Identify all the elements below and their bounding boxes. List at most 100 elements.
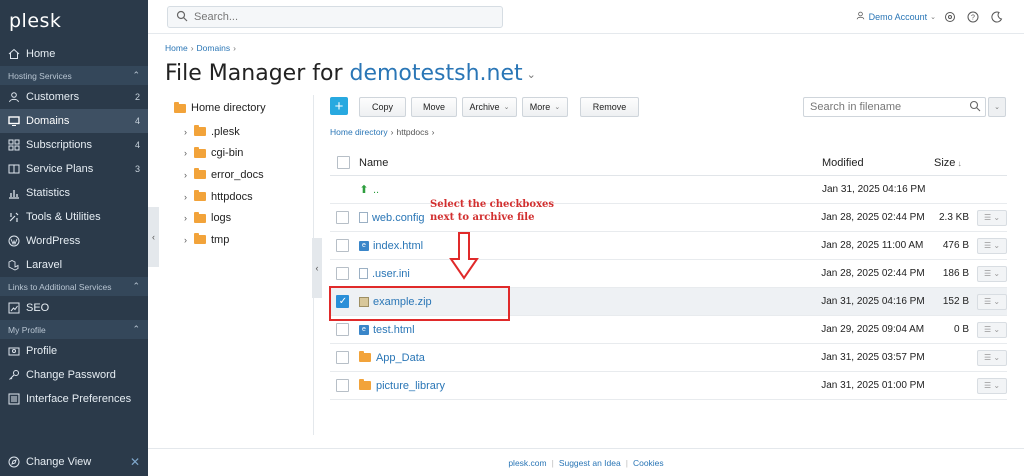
add-button[interactable]: +: [330, 97, 348, 115]
more-button[interactable]: More ⌄: [522, 97, 568, 117]
sidebar-item-subscriptions[interactable]: Subscriptions 4: [0, 133, 148, 157]
chevron-right-icon[interactable]: ›: [184, 192, 194, 202]
col-size[interactable]: Size ↓: [932, 157, 972, 169]
sidebar-item-profile[interactable]: Profile: [0, 339, 148, 363]
table-row[interactable]: App_Data Jan 31, 2025 03:57 PM ☰ ⌄: [330, 344, 1007, 372]
tools-icon: [8, 211, 20, 223]
moon-icon[interactable]: [990, 10, 1003, 23]
file-name-link[interactable]: test.html: [373, 324, 415, 336]
sidebar-item-seo[interactable]: SEO: [0, 296, 148, 320]
sidebar-item-wordpress[interactable]: WordPress: [0, 229, 148, 253]
tree-collapse-handle[interactable]: ‹: [312, 238, 322, 298]
section-hosting-services[interactable]: Hosting Services ⌃: [0, 66, 148, 85]
close-icon[interactable]: ✕: [130, 455, 140, 469]
title-domain[interactable]: demotestsh.net: [349, 61, 522, 86]
archive-button[interactable]: Archive ⌄: [462, 97, 517, 117]
tree-item-error-docs[interactable]: › error_docs: [174, 164, 310, 186]
size-cell: 152 B: [942, 296, 970, 307]
row-checkbox[interactable]: [336, 323, 350, 336]
row-actions-menu-icon[interactable]: ☰ ⌄: [977, 209, 1007, 226]
file-name-link[interactable]: ..: [373, 184, 379, 196]
chevron-right-icon[interactable]: ›: [184, 148, 194, 158]
tree-item-tmp[interactable]: › tmp: [174, 229, 310, 251]
col-name[interactable]: Name: [356, 157, 822, 169]
breadcrumb-domains[interactable]: Domains: [197, 43, 231, 53]
sidebar-item-interface-preferences[interactable]: Interface Preferences: [0, 387, 148, 411]
row-actions-menu-icon[interactable]: ☰ ⌄: [977, 265, 1007, 282]
file-name-link[interactable]: .user.ini: [372, 268, 410, 280]
sidebar-item-customers[interactable]: Customers 2: [0, 85, 148, 109]
chevron-down-icon[interactable]: ⌄: [527, 68, 536, 81]
sidebar-item-label: Interface Preferences: [26, 393, 132, 405]
col-modified[interactable]: Modified: [822, 157, 932, 169]
row-actions-menu-icon[interactable]: ☰ ⌄: [977, 321, 1007, 338]
tree-item-httpdocs[interactable]: › httpdocs: [174, 186, 310, 208]
sidebar-item-home[interactable]: Home: [0, 42, 148, 66]
size-cell: 476 B: [942, 240, 970, 251]
tree-item-cgi-bin[interactable]: › cgi-bin: [174, 143, 310, 165]
file-icon: [358, 268, 368, 279]
remove-button[interactable]: Remove: [580, 97, 639, 117]
file-name-link[interactable]: web.config: [372, 212, 425, 224]
account-menu[interactable]: Demo Account ⌄: [856, 11, 936, 22]
row-checkbox[interactable]: [336, 239, 350, 252]
file-name-link[interactable]: picture_library: [376, 380, 445, 392]
move-button[interactable]: Move: [411, 97, 457, 117]
help-icon[interactable]: ?: [966, 10, 979, 23]
footer-link-plesk[interactable]: plesk.com: [508, 458, 546, 468]
monitor-icon: [8, 115, 20, 127]
section-my-profile[interactable]: My Profile ⌃: [0, 320, 148, 339]
file-name-link[interactable]: index.html: [373, 240, 423, 252]
row-checkbox[interactable]: [336, 267, 350, 280]
sidebar-item-domains[interactable]: Domains 4: [0, 109, 148, 133]
sidebar-item-tools[interactable]: Tools & Utilities: [0, 205, 148, 229]
chevron-right-icon[interactable]: ›: [184, 127, 194, 137]
filename-search-input[interactable]: Search in filename: [803, 97, 986, 117]
sidebar-item-statistics[interactable]: Statistics: [0, 181, 148, 205]
footer-link-suggest[interactable]: Suggest an Idea: [559, 458, 621, 468]
row-actions-menu-icon[interactable]: ☰ ⌄: [977, 293, 1007, 310]
file-name-link[interactable]: App_Data: [376, 352, 425, 364]
row-actions-menu-icon[interactable]: ☰ ⌄: [977, 349, 1007, 366]
footer-link-cookies[interactable]: Cookies: [633, 458, 664, 468]
key-icon: [8, 369, 20, 381]
breadcrumb-home[interactable]: Home: [165, 43, 188, 53]
search-options-button[interactable]: ⌄: [988, 97, 1006, 117]
path-root[interactable]: Home directory: [330, 127, 388, 137]
search-input[interactable]: Search...: [167, 6, 503, 28]
section-links[interactable]: Links to Additional Services ⌃: [0, 277, 148, 296]
sidebar-item-laravel[interactable]: Laravel: [0, 253, 148, 277]
tree-item-plesk[interactable]: › .plesk: [174, 121, 310, 143]
change-view-button[interactable]: Change View ✕: [0, 448, 148, 476]
tree-item-logs[interactable]: › logs: [174, 207, 310, 229]
chevron-down-icon: ⌄: [554, 104, 561, 111]
section-label: Hosting Services: [8, 70, 72, 81]
modified-cell: Jan 31, 2025 04:16 PM: [822, 184, 926, 195]
chevron-right-icon[interactable]: ›: [184, 213, 194, 223]
sidebar-item-service-plans[interactable]: Service Plans 3: [0, 157, 148, 181]
row-actions-menu-icon[interactable]: ☰ ⌄: [977, 377, 1007, 394]
select-all-checkbox[interactable]: [336, 156, 350, 169]
tree-root[interactable]: Home directory: [174, 100, 310, 116]
table-row[interactable]: picture_library Jan 31, 2025 01:00 PM ☰ ⌄: [330, 372, 1007, 400]
sidebar-item-label: Domains: [26, 115, 70, 127]
row-checkbox[interactable]: [336, 351, 350, 364]
copy-button[interactable]: Copy: [359, 97, 406, 117]
chevron-right-icon[interactable]: ›: [184, 235, 194, 245]
extensions-icon[interactable]: [943, 10, 956, 23]
table-row[interactable]: e index.html Jan 28, 2025 11:00 AM 476 B ☰ ⌄: [330, 232, 1007, 260]
plesk-logo[interactable]: plesk: [0, 0, 148, 42]
tree-item-label: logs: [211, 212, 232, 225]
sidebar-item-change-password[interactable]: Change Password: [0, 363, 148, 387]
sidebar-collapse-handle[interactable]: ‹: [148, 207, 159, 267]
sidebar-item-label: Home: [26, 48, 56, 60]
table-row[interactable]: .user.ini Jan 28, 2025 02:44 PM 186 B ☰ ⌄: [330, 260, 1007, 288]
row-actions-menu-icon[interactable]: ☰ ⌄: [977, 237, 1007, 254]
row-checkbox[interactable]: [336, 379, 350, 392]
path-current[interactable]: httpdocs: [396, 127, 428, 137]
modified-cell: Jan 31, 2025 01:00 PM: [821, 380, 925, 391]
chevron-right-icon[interactable]: ›: [184, 170, 194, 180]
sidebar-item-label: Profile: [26, 345, 58, 357]
row-checkbox[interactable]: [336, 211, 350, 224]
wordpress-icon: [8, 235, 20, 247]
